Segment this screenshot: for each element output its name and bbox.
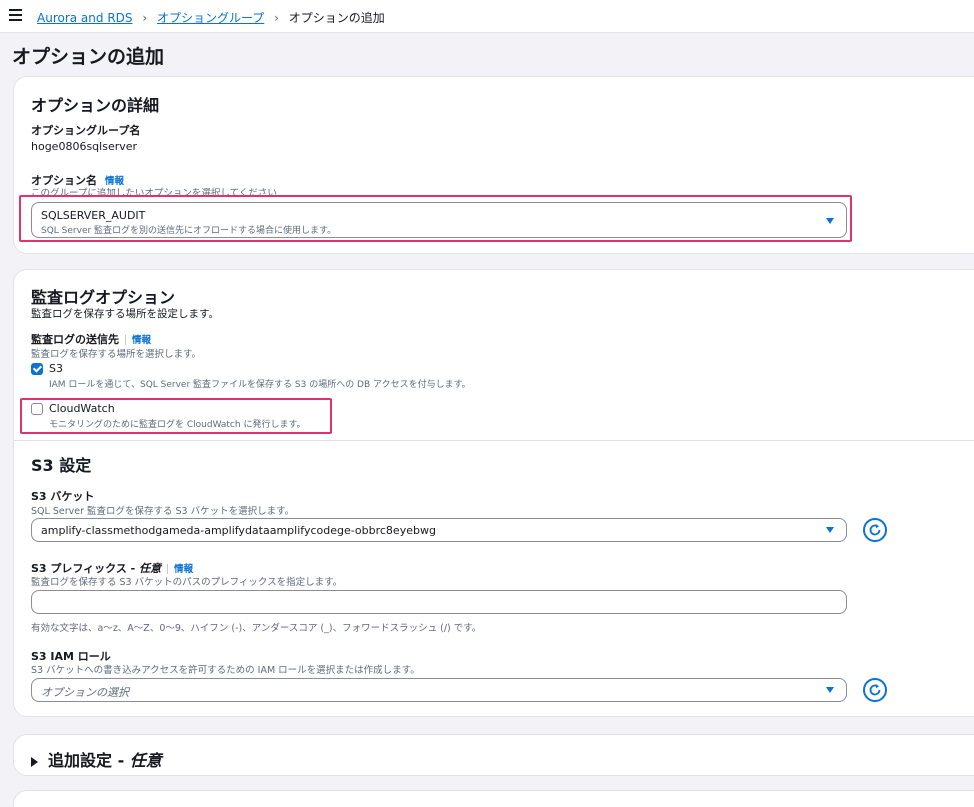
s3-prefix-desc: 監査ログを保存する S3 バケットのパスのプレフィックスを指定します。 bbox=[31, 577, 343, 588]
top-bar: Aurora and RDS › オプショングループ › オプションの追加 bbox=[0, 0, 974, 33]
divider bbox=[14, 440, 974, 441]
additional-settings-panel: 追加設定 - 任意 bbox=[13, 734, 974, 776]
caret-down-icon bbox=[826, 687, 834, 693]
audit-log-options-panel: 監査ログオプション 監査ログを保存する場所を設定します。 監査ログの送信先 情報 … bbox=[13, 269, 974, 717]
s3-checkbox[interactable] bbox=[31, 363, 43, 375]
option-details-panel: オプションの詳細 オプショングループ名 hoge0806sqlserver オプ… bbox=[13, 76, 974, 254]
additional-settings-expander[interactable]: 追加設定 - 任意 bbox=[31, 747, 162, 771]
option-name-selected-desc: SQL Server 監査ログを別の送信先にオフロードする場合に使用します。 bbox=[41, 226, 337, 236]
cloudwatch-checkbox[interactable] bbox=[31, 403, 43, 415]
chevron-right-icon: › bbox=[274, 11, 279, 25]
audit-options-desc: 監査ログを保存する場所を設定します。 bbox=[31, 308, 219, 320]
s3-iam-select[interactable]: オプションの選択 bbox=[31, 678, 847, 702]
next-panel bbox=[13, 790, 974, 807]
breadcrumb-aurora-rds[interactable]: Aurora and RDS bbox=[37, 11, 133, 25]
option-group-name-value: hoge0806sqlserver bbox=[31, 140, 138, 153]
cloudwatch-desc: モニタリングのために監査ログを CloudWatch に発行します。 bbox=[49, 420, 306, 430]
s3-prefix-input[interactable] bbox=[31, 590, 847, 614]
page-title: オプションの追加 bbox=[12, 46, 165, 68]
chevron-right-icon: › bbox=[142, 11, 148, 25]
additional-settings-label: 追加設定 - bbox=[48, 751, 130, 770]
divider bbox=[125, 335, 126, 345]
option-name-selected: SQLSERVER_AUDIT bbox=[41, 209, 146, 222]
info-link[interactable]: 情報 bbox=[132, 335, 151, 346]
breadcrumb-current: オプションの追加 bbox=[288, 11, 385, 25]
destination-label-row: 監査ログの送信先 情報 bbox=[31, 331, 151, 347]
refresh-icon[interactable] bbox=[863, 678, 887, 702]
breadcrumb: Aurora and RDS › オプショングループ › オプションの追加 bbox=[37, 9, 385, 26]
s3-iam-placeholder: オプションの選択 bbox=[41, 686, 129, 699]
option-name-select[interactable]: SQLSERVER_AUDIT SQL Server 監査ログを別の送信先にオフ… bbox=[31, 202, 847, 238]
divider bbox=[167, 564, 169, 574]
caret-right-icon bbox=[31, 756, 38, 767]
s3-iam-desc: S3 バケットへの書き込みアクセスを許可するための IAM ロールを選択または作… bbox=[31, 665, 420, 676]
destination-label: 監査ログの送信先 bbox=[31, 333, 119, 346]
s3-bucket-desc: SQL Server 監査ログを保存する S3 バケットを選択します。 bbox=[31, 506, 295, 517]
destination-desc: 監査ログを保存する場所を選択します。 bbox=[31, 349, 202, 360]
additional-settings-optional: 任意 bbox=[129, 751, 162, 770]
option-name-desc: このグループに追加したいオプションを選択してください bbox=[31, 188, 277, 199]
cloudwatch-label: CloudWatch bbox=[49, 402, 115, 415]
s3-desc: IAM ロールを通じて、SQL Server 監査ファイルを保存する S3 の場… bbox=[49, 380, 471, 390]
refresh-icon[interactable] bbox=[863, 518, 887, 542]
menu-icon[interactable] bbox=[9, 9, 22, 21]
s3-bucket-label: S3 バケット bbox=[31, 490, 95, 503]
s3-settings-header: S3 設定 bbox=[31, 456, 92, 475]
option-details-header: オプションの詳細 bbox=[31, 96, 160, 115]
s3-prefix-hint: 有効な文字は、a〜z、A〜Z、0〜9、ハイフン (-)、アンダースコア (_)、… bbox=[31, 623, 482, 634]
caret-down-icon bbox=[826, 218, 834, 224]
audit-options-header: 監査ログオプション bbox=[31, 288, 176, 307]
option-group-name-label: オプショングループ名 bbox=[31, 124, 141, 137]
s3-bucket-select[interactable]: amplify-classmethodgameda-amplifydataamp… bbox=[31, 518, 847, 542]
caret-down-icon bbox=[826, 527, 834, 533]
s3-bucket-value: amplify-classmethodgameda-amplifydataamp… bbox=[41, 524, 436, 537]
s3-label: S3 bbox=[49, 362, 63, 375]
breadcrumb-option-groups[interactable]: オプショングループ bbox=[157, 11, 264, 25]
